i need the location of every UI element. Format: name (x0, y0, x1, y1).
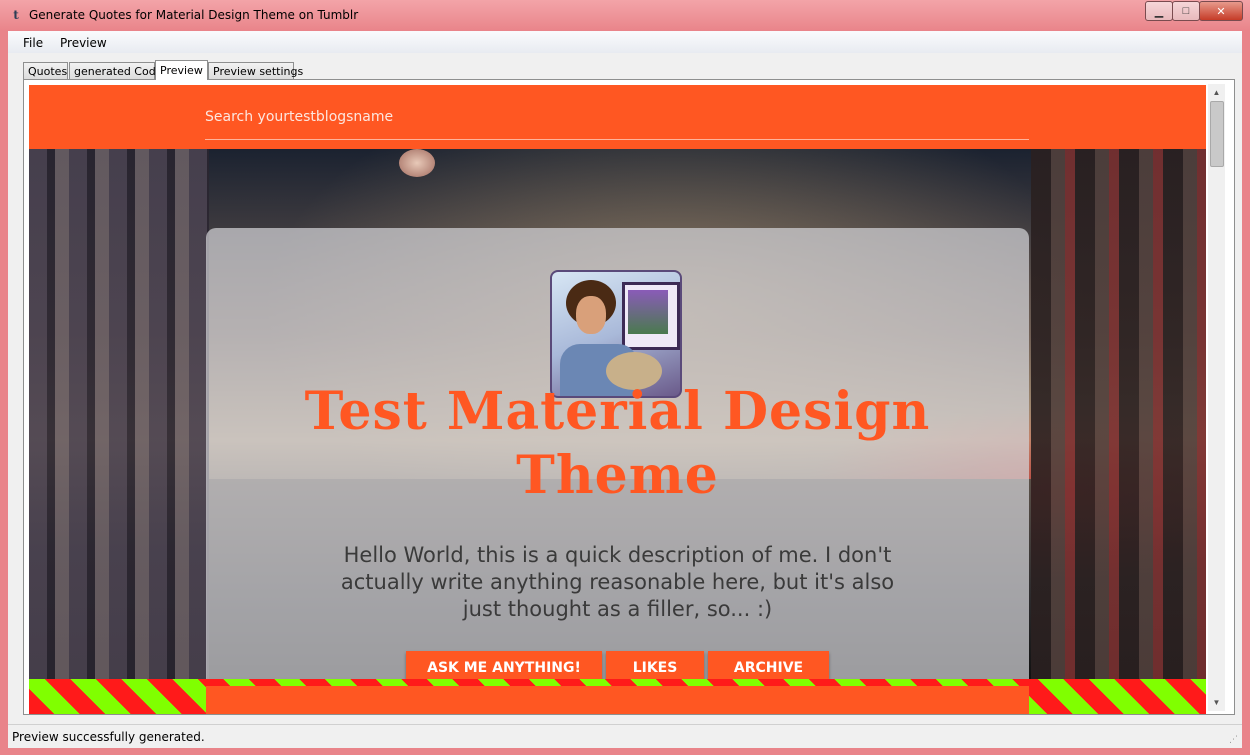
tab-quotes[interactable]: Quotes (23, 62, 68, 79)
status-message: Preview successfully generated. (12, 730, 205, 744)
blog-header-bar: Search yourtestblogsname (29, 85, 1206, 149)
close-button[interactable]: ✕ (1199, 1, 1243, 21)
window-controls: ▁ □ ✕ (1145, 1, 1243, 21)
window-title: Generate Quotes for Material Design Them… (29, 8, 359, 22)
preview-browser[interactable]: Search yourtestblogsname Test Material D… (29, 85, 1206, 714)
venice-background-image: Test Material Design Theme Hello World, … (29, 149, 1206, 714)
menu-file[interactable]: File (23, 36, 43, 50)
menu-preview[interactable]: Preview (60, 36, 107, 50)
scroll-thumb[interactable] (1210, 101, 1224, 167)
search-underline (205, 139, 1029, 140)
blog-title-line-2: Theme (516, 445, 719, 506)
blog-intro-card: Test Material Design Theme Hello World, … (206, 228, 1029, 714)
blog-avatar[interactable] (550, 270, 682, 398)
tumblr-app-icon: t (13, 8, 19, 22)
blog-search-input[interactable]: Search yourtestblogsname (205, 109, 393, 125)
background-building-left (29, 149, 209, 679)
scroll-up-arrow-icon[interactable]: ▲ (1208, 84, 1225, 101)
maximize-button[interactable]: □ (1172, 1, 1200, 21)
post-card-top (206, 686, 1029, 714)
avatar-painting (628, 290, 668, 334)
background-building-right (1031, 149, 1206, 679)
window-client-area: File Preview Quotes generated Code Previ… (8, 31, 1242, 748)
blog-description: Hello World, this is a quick description… (340, 543, 895, 621)
tab-preview[interactable]: Preview (155, 60, 208, 80)
scroll-down-arrow-icon[interactable]: ▼ (1208, 694, 1225, 711)
blog-title: Test Material Design Theme (206, 380, 1029, 508)
blog-title-line-1: Test Material Design (304, 381, 931, 442)
resize-grip-icon[interactable]: ⋰ (1229, 735, 1238, 745)
title-bar: t Generate Quotes for Material Design Th… (0, 0, 1250, 31)
background-moon (399, 149, 435, 177)
vertical-scrollbar[interactable]: ▲ ▼ (1208, 84, 1225, 711)
tab-preview-settings[interactable]: Preview settings (208, 62, 303, 79)
minimize-button[interactable]: ▁ (1145, 1, 1173, 21)
menu-bar: File Preview (8, 31, 1242, 53)
status-bar: Preview successfully generated. ⋰ (8, 724, 1242, 748)
avatar-face (576, 296, 606, 334)
tab-generated-code[interactable]: generated Code (69, 62, 162, 79)
preview-tab-page: Search yourtestblogsname Test Material D… (23, 79, 1235, 715)
